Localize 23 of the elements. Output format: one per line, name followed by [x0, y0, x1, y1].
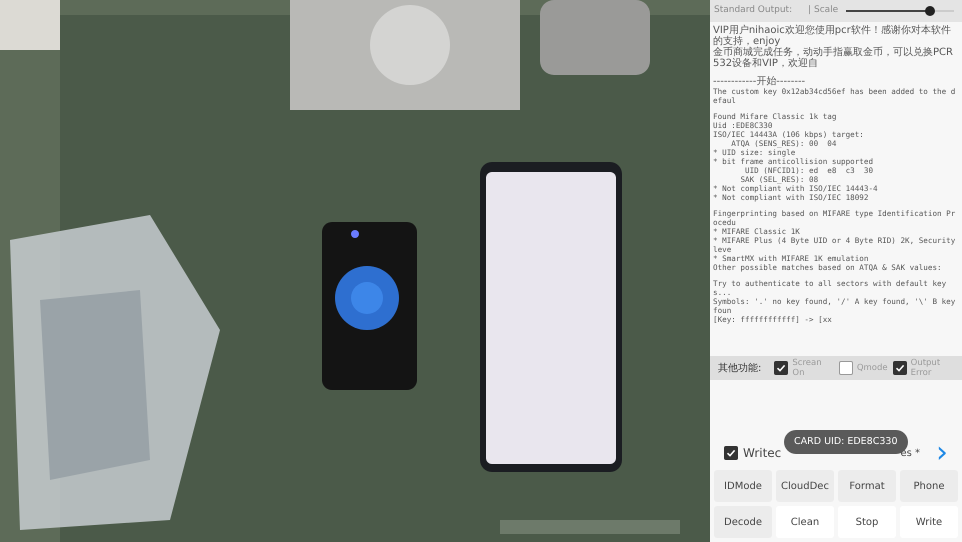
action-button[interactable]: Stop — [838, 506, 896, 538]
checkbox[interactable] — [724, 446, 738, 460]
checkbox[interactable] — [774, 361, 788, 375]
log-line: VIP用户nihaoic欢迎您使用pcr软件！感谢你对本软件的支持，enjoy — [713, 25, 952, 47]
write-label: Writec — [743, 445, 782, 462]
action-button[interactable]: Clean — [776, 506, 834, 538]
checkbox-label: Screan On — [792, 358, 823, 378]
checkbox[interactable] — [838, 361, 853, 375]
scale-slider[interactable] — [846, 6, 954, 16]
output-label: Standard Output: — [714, 4, 792, 18]
scale-label: | Scale — [808, 4, 838, 18]
action-button[interactable]: Decode — [714, 506, 772, 538]
action-button[interactable]: Phone — [900, 470, 958, 502]
action-button[interactable]: Write — [900, 506, 958, 538]
checkbox[interactable] — [892, 361, 907, 375]
log-line: 金币商城完成任务，动动手指赢取金币，可以兑换PCR532设备和VIP，欢迎自 — [713, 47, 954, 69]
action-button[interactable]: Format — [838, 470, 896, 502]
action-button[interactable]: IDMode — [714, 470, 772, 502]
checkbox-label: Qmode — [856, 363, 888, 373]
log-line: ------------开始-------- — [713, 76, 806, 87]
options-label: 其他功能: — [718, 362, 762, 376]
action-button[interactable]: CloudDec — [776, 470, 834, 502]
checkbox-label: Output Error — [910, 358, 942, 378]
